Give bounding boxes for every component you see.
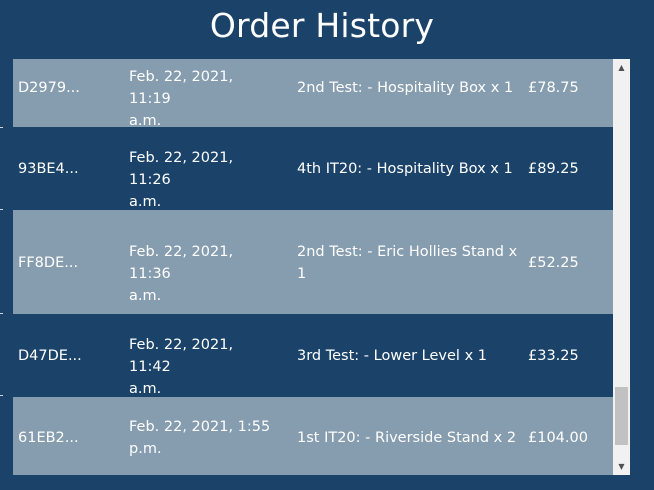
- order-id: D47DE...: [18, 348, 82, 364]
- order-item-line2: 1: [297, 266, 307, 282]
- vertical-scrollbar[interactable]: ▲ ▼: [613, 59, 630, 475]
- order-date-line2: a.m.: [129, 381, 162, 397]
- order-date: Feb. 22, 2021, 1:55 p.m.: [129, 416, 279, 460]
- order-date-line1: Feb. 22, 2021, 11:36: [129, 244, 234, 282]
- order-id: 93BE4...: [18, 161, 79, 177]
- order-price: £104.00: [528, 430, 588, 446]
- order-price: £89.25: [528, 161, 579, 177]
- table-row: 61EB2... Feb. 22, 2021, 1:55 p.m. 1st IT…: [13, 397, 613, 475]
- order-item: 2nd Test: - Eric Hollies Stand x 1: [297, 241, 519, 285]
- row-divider-tick: [0, 209, 3, 210]
- order-item: 1st IT20: - Riverside Stand x 2: [297, 427, 519, 449]
- order-date-line1: Feb. 22, 2021, 11:19: [129, 69, 234, 107]
- order-id: D2979...: [18, 80, 80, 96]
- order-item-line1: 2nd Test: - Eric Hollies Stand x: [297, 244, 518, 260]
- table-row: D47DE... Feb. 22, 2021, 11:42 a.m. 3rd T…: [13, 314, 613, 397]
- order-item: 3rd Test: - Lower Level x 1: [297, 345, 519, 367]
- row-divider-tick: [0, 127, 3, 128]
- order-id: 61EB2...: [18, 430, 79, 446]
- order-date-line2: p.m.: [129, 441, 162, 457]
- scrollbar-thumb[interactable]: [615, 387, 628, 445]
- order-item: 2nd Test: - Hospitality Box x 1: [297, 77, 519, 99]
- order-price: £78.75: [528, 80, 579, 96]
- order-date: Feb. 22, 2021, 11:36 a.m.: [129, 241, 279, 307]
- order-date: Feb. 22, 2021, 11:26 a.m.: [129, 147, 279, 213]
- table-row: FF8DE... Feb. 22, 2021, 11:36 a.m. 2nd T…: [13, 210, 613, 314]
- table-row: D2979... Feb. 22, 2021, 11:19 a.m. 2nd T…: [13, 59, 613, 129]
- order-date-line1: Feb. 22, 2021, 11:42: [129, 337, 234, 375]
- order-id: FF8DE...: [18, 255, 79, 271]
- arrow-down-icon[interactable]: ▼: [613, 458, 630, 475]
- order-date-line1: Feb. 22, 2021, 1:55: [129, 419, 271, 435]
- order-item-line1: 1st IT20: - Riverside Stand x 2: [297, 430, 517, 446]
- page-title: Order History: [209, 6, 435, 45]
- table-row: 93BE4... Feb. 22, 2021, 11:26 a.m. 4th I…: [13, 127, 613, 210]
- order-date-line2: a.m.: [129, 194, 162, 210]
- row-divider-tick: [0, 313, 3, 314]
- row-divider-tick: [0, 395, 3, 396]
- order-date-line2: a.m.: [129, 288, 162, 304]
- order-date: Feb. 22, 2021, 11:42 a.m.: [129, 334, 279, 400]
- order-item-line1: 2nd Test: - Hospitality Box x 1: [297, 80, 514, 96]
- order-price: £33.25: [528, 348, 579, 364]
- arrow-up-icon[interactable]: ▲: [613, 59, 630, 76]
- order-date-line1: Feb. 22, 2021, 11:26: [129, 150, 234, 188]
- order-price: £52.25: [528, 255, 579, 271]
- order-item-line1: 3rd Test: - Lower Level x 1: [297, 348, 487, 364]
- order-list[interactable]: D2979... Feb. 22, 2021, 11:19 a.m. 2nd T…: [13, 59, 613, 475]
- order-item-line1: 4th IT20: - Hospitality Box x 1: [297, 161, 513, 177]
- order-item: 4th IT20: - Hospitality Box x 1: [297, 158, 519, 180]
- order-date: Feb. 22, 2021, 11:19 a.m.: [129, 66, 279, 132]
